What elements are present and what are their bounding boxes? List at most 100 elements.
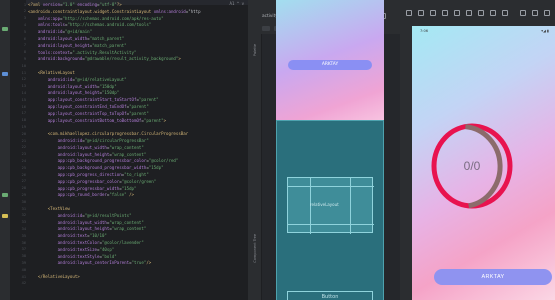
line-number: 21 [21, 138, 26, 143]
result-points-text: 0/0 [463, 159, 481, 173]
screenshot-icon[interactable] [454, 10, 460, 16]
line-number: 35 [21, 233, 26, 238]
line-number: 38 [21, 254, 26, 259]
line-number: 31 [21, 206, 26, 211]
code-line[interactable]: android:layout_height="150dp" [28, 90, 120, 95]
code-line[interactable]: app:layout_constraintStart_toStartOf="pa… [28, 97, 159, 102]
code-line[interactable]: tools:context=".activity.ResultActivity" [28, 50, 137, 55]
line-number: 29 [21, 192, 26, 197]
line-number: 8 [23, 50, 26, 55]
blueprint-relative-layout[interactable]: relativeLayout [287, 177, 374, 234]
line-number: 18 [21, 118, 26, 123]
code-line[interactable]: app:layout_constraintTop_toTopOf="parent… [28, 111, 149, 116]
power-icon[interactable] [406, 10, 412, 16]
code-editor[interactable]: 1 2 3 4 5 6 7 8 9 10 11 12 13 14 15 16 17 18 19 20 21 22 23 24 2… [0, 0, 248, 300]
code-line[interactable]: <com.mikhaellopez.circularprogressbar.Ci… [28, 131, 189, 136]
more-icon[interactable] [502, 10, 508, 16]
line-number: 25 [21, 165, 26, 170]
code-line[interactable]: android:background="@drawable/result_act… [28, 56, 181, 61]
palette-tab[interactable]: Palette [253, 44, 257, 56]
arktay-button[interactable]: ARKTAY [434, 269, 552, 285]
code-line[interactable]: app:cpb_progressbar_width="15dp" [28, 186, 137, 191]
code-line[interactable]: app:cpb_round_border="false" /> [28, 192, 134, 197]
gutter-marker [2, 27, 8, 31]
line-number: 20 [21, 131, 26, 136]
code-line[interactable]: android:id="@+id/circularProgressBar" [28, 138, 149, 143]
line-number: 36 [21, 240, 26, 245]
code-content[interactable]: <?xml version="1.0" encoding="utf-8"?> <a… [28, 0, 246, 300]
back-icon[interactable] [466, 10, 472, 16]
overview-icon[interactable] [490, 10, 496, 16]
preview-button[interactable]: ARKTAY [288, 60, 372, 70]
code-line[interactable]: app:cpb_background_progressbar_color="@c… [28, 158, 179, 163]
blueprint-guide [288, 186, 374, 187]
gutter-marker [2, 193, 8, 197]
code-line[interactable]: android:id="@+id/relativeLayout" [28, 77, 127, 82]
code-line[interactable]: app:cpb_progress_direction="to_right" [28, 172, 149, 177]
code-line[interactable]: android:layout_width="wrap_content" [28, 145, 144, 150]
design-canvas[interactable]: ARKTAY relativeLayout Button [262, 0, 400, 300]
volume-down-icon[interactable] [430, 10, 436, 16]
line-numbers: 1 2 3 4 5 6 7 8 9 10 11 12 13 14 15 16 17 18 19 20 21 22 23 24 2… [10, 0, 26, 300]
code-line[interactable]: android:textSize="40sp" [28, 247, 115, 252]
code-line[interactable]: android:text="10/10" [28, 233, 107, 238]
code-line[interactable]: <androidx.constraintlayout.widget.Constr… [28, 9, 201, 14]
code-line[interactable]: app:cpb_background_progressbar_width="15… [28, 165, 164, 170]
code-line[interactable]: android:layout_height="wrap_content" [28, 226, 147, 231]
line-number: 33 [21, 220, 26, 225]
code-line[interactable]: android:layout_height="match_parent" [28, 43, 127, 48]
line-number: 42 [21, 281, 26, 286]
settings-icon[interactable] [520, 10, 526, 16]
code-line[interactable]: android:textColor="@color/lavender" [28, 240, 144, 245]
line-number: 3 [23, 16, 26, 21]
code-line[interactable]: android:id="@+id/main" [28, 29, 92, 34]
line-number: 4 [23, 22, 26, 27]
line-number: 7 [23, 43, 26, 48]
code-line[interactable]: <RelativeLayout [28, 70, 75, 75]
code-line[interactable]: app:layout_constraintBottom_toBottomOf="… [28, 118, 166, 123]
code-line[interactable]: app:layout_constraintEnd_toEndOf="parent… [28, 104, 149, 109]
minimize-icon[interactable] [532, 10, 538, 16]
home-icon[interactable] [478, 10, 484, 16]
line-number: 13 [21, 84, 26, 89]
component-tree-tab[interactable]: Component Tree [253, 234, 257, 263]
blueprint-button[interactable]: Button [287, 291, 373, 300]
line-number: 23 [21, 152, 26, 157]
code-line[interactable]: android:layout_width="match_parent" [28, 36, 124, 41]
code-line[interactable]: <?xml version="1.0" encoding="utf-8"?> [28, 2, 122, 7]
design-pane: activity_result.xml Palette Component Tr… [252, 0, 400, 300]
line-number: 26 [21, 172, 26, 177]
code-line[interactable]: xmlns:tools="http://schemas.android.com/… [28, 22, 151, 27]
editor-gutter [0, 0, 10, 300]
gutter-marker [2, 214, 8, 218]
line-number: 34 [21, 226, 26, 231]
code-line[interactable]: android:id="@+id/resultPoints" [28, 213, 132, 218]
line-number: 24 [21, 158, 26, 163]
line-number: 32 [21, 213, 26, 218]
line-number: 17 [21, 111, 26, 116]
code-line[interactable]: android:textStyle="bold" [28, 254, 117, 259]
code-line[interactable]: android:layout_width="wrap_content" [28, 220, 144, 225]
device-screen[interactable]: 7:06 ▾◢ ▮ 0/0 ARKTAY [412, 26, 555, 300]
code-line[interactable]: android:layout_height="wrap_content" [28, 152, 147, 157]
rotate-icon[interactable] [442, 10, 448, 16]
line-number: 22 [21, 145, 26, 150]
code-line[interactable]: xmlns:app="http://schemas.android.com/ap… [28, 16, 164, 21]
line-number: 9 [23, 56, 26, 61]
close-icon[interactable] [544, 10, 550, 16]
code-line[interactable]: <TextView [28, 206, 70, 211]
code-line[interactable]: </RelativeLayout> [28, 274, 80, 279]
code-line[interactable]: app:cpb_progressbar_color="@color/green" [28, 179, 157, 184]
code-line[interactable]: android:layout_width="150dp" [28, 84, 117, 89]
blueprint-view[interactable]: relativeLayout Button [276, 120, 384, 300]
code-line[interactable]: android:layout_centerInParent="true"/> [28, 260, 152, 265]
line-number: 14 [21, 90, 26, 95]
blueprint-guide [288, 224, 374, 225]
inspection-status[interactable]: A1 ^ v [230, 1, 244, 6]
design-preview[interactable]: ARKTAY [276, 0, 384, 134]
line-number: 11 [21, 70, 26, 75]
design-side-strip: Palette Component Tree [252, 34, 262, 300]
design-mode-icon[interactable] [262, 26, 270, 31]
volume-up-icon[interactable] [418, 10, 424, 16]
line-number: 30 [21, 199, 26, 204]
